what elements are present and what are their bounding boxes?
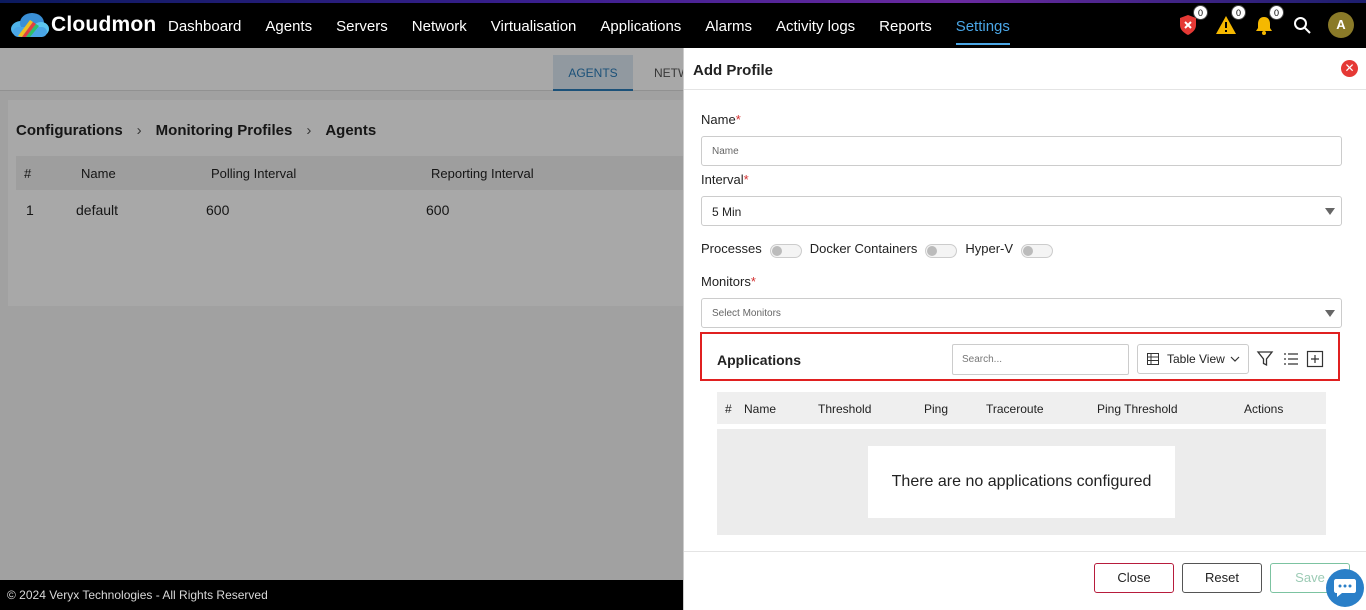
- processes-label: Processes: [701, 241, 762, 256]
- drawer-header: Add Profile ✕: [684, 48, 1366, 90]
- nav-item-servers[interactable]: Servers: [324, 0, 400, 48]
- drawer-footer: Close Reset Save: [684, 551, 1366, 610]
- required-mark: *: [743, 172, 749, 187]
- critical-count-badge: 0: [1193, 5, 1208, 20]
- docker-label: Docker Containers: [809, 241, 918, 256]
- view-mode-label: Table View: [1167, 352, 1225, 366]
- global-search-button[interactable]: [1288, 11, 1316, 39]
- chevron-down-icon: [1230, 356, 1240, 362]
- list-icon[interactable]: [1282, 350, 1300, 368]
- applications-table-header: # Name Threshold Ping Traceroute Ping Th…: [717, 392, 1326, 424]
- caret-down-icon: [1325, 310, 1335, 317]
- nav-item-dashboard[interactable]: Dashboard: [156, 0, 253, 48]
- applications-search-input[interactable]: Search...: [952, 344, 1129, 375]
- monitors-label-text: Monitors: [701, 274, 751, 289]
- nav-item-settings[interactable]: Settings: [944, 0, 1022, 48]
- nav-item-agents[interactable]: Agents: [253, 0, 324, 48]
- brand[interactable]: Cloudmon: [10, 12, 156, 38]
- copyright-text: © 2024 Veryx Technologies - All Rights R…: [7, 588, 268, 602]
- monitors-placeholder: Select Monitors: [712, 308, 781, 319]
- column-ping-threshold: Ping Threshold: [1097, 402, 1178, 416]
- nav-item-activity-logs[interactable]: Activity logs: [764, 0, 867, 48]
- name-input[interactable]: Name: [701, 136, 1342, 166]
- nav-item-applications[interactable]: Applications: [588, 0, 693, 48]
- applications-toolbar: Applications Search... Table View: [700, 332, 1340, 381]
- required-mark: *: [735, 112, 741, 127]
- name-label: Name*: [701, 112, 741, 127]
- add-profile-drawer: Add Profile ✕ Name* Name Interval* 5 Min…: [683, 48, 1366, 610]
- user-avatar[interactable]: A: [1328, 12, 1354, 38]
- nav-item-alarms[interactable]: Alarms: [693, 0, 764, 48]
- column-name: Name: [744, 402, 777, 416]
- chat-icon: [1334, 579, 1356, 597]
- empty-state-message: There are no applications configured: [868, 446, 1175, 518]
- interval-label-text: Interval: [701, 172, 744, 187]
- notification-count-badge: 0: [1269, 5, 1284, 20]
- docker-toggle[interactable]: [925, 243, 958, 258]
- name-label-text: Name: [701, 112, 736, 127]
- notifications-button[interactable]: 0: [1250, 5, 1284, 39]
- nav-item-reports[interactable]: Reports: [867, 0, 944, 48]
- interval-label: Interval*: [701, 172, 749, 187]
- applications-table-body: There are no applications configured: [717, 429, 1326, 535]
- close-button[interactable]: Close: [1094, 563, 1174, 593]
- cloud-logo-icon: [10, 12, 50, 38]
- column-threshold: Threshold: [818, 402, 872, 416]
- required-mark: *: [750, 274, 756, 289]
- hyperv-toggle[interactable]: [1021, 243, 1054, 258]
- processes-toggle[interactable]: [769, 243, 802, 258]
- column-ping: Ping: [924, 402, 949, 416]
- table-icon: [1147, 353, 1159, 365]
- nav-item-virtualisation[interactable]: Virtualisation: [479, 0, 589, 48]
- critical-alerts-button[interactable]: 0: [1174, 5, 1208, 39]
- top-nav: Cloudmon Dashboard Agents Servers Networ…: [0, 0, 1366, 48]
- column-traceroute: Traceroute: [986, 402, 1044, 416]
- warning-count-badge: 0: [1231, 5, 1246, 20]
- main-nav: Dashboard Agents Servers Network Virtual…: [156, 0, 1022, 48]
- nav-icon-group: 0 0 0 A: [1164, 5, 1354, 39]
- close-icon[interactable]: ✕: [1341, 60, 1358, 77]
- interval-value: 5 Min: [712, 205, 742, 219]
- monitors-label: Monitors*: [701, 274, 756, 289]
- hyperv-label: Hyper-V: [965, 241, 1014, 256]
- applications-title: Applications: [717, 352, 802, 368]
- column-number: #: [725, 402, 732, 416]
- reset-button[interactable]: Reset: [1182, 563, 1262, 593]
- brand-name: Cloudmon: [51, 13, 157, 36]
- monitors-select[interactable]: Select Monitors: [701, 298, 1342, 328]
- feature-toggles: Processes Docker Containers Hyper-V: [701, 241, 1061, 258]
- add-icon[interactable]: [1306, 350, 1324, 368]
- search-icon: [1294, 17, 1311, 34]
- column-actions: Actions: [1244, 402, 1284, 416]
- filter-icon[interactable]: [1256, 350, 1274, 368]
- nav-item-network[interactable]: Network: [400, 0, 479, 48]
- warnings-button[interactable]: 0: [1212, 5, 1246, 39]
- view-mode-select[interactable]: Table View: [1137, 344, 1249, 374]
- drawer-title: Add Profile: [693, 62, 774, 79]
- chat-button[interactable]: [1326, 569, 1364, 607]
- caret-down-icon: [1325, 208, 1335, 215]
- interval-select[interactable]: 5 Min: [701, 196, 1342, 226]
